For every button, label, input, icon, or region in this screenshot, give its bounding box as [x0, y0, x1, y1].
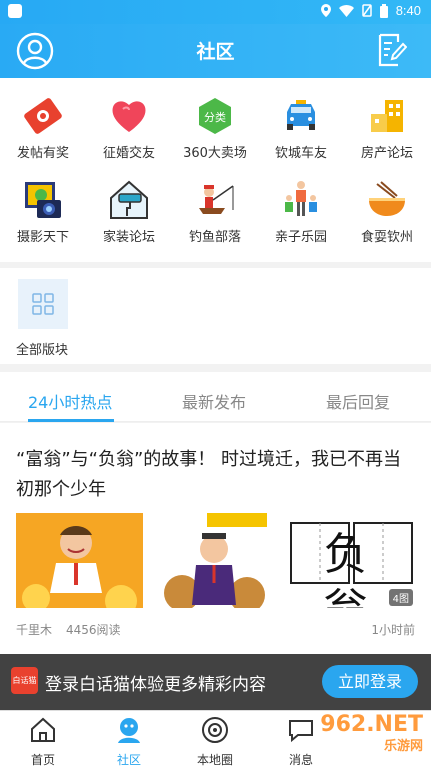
- feed-tabs: 24小时热点 最新发布 最后回复: [0, 372, 431, 422]
- nav-label: 社区: [116, 753, 141, 767]
- site-watermark: 962.NET 乐游网: [320, 712, 423, 754]
- post-time: 1小时前: [371, 623, 415, 637]
- watermark-sub: 乐游网: [383, 739, 423, 754]
- login-button[interactable]: 立即登录: [322, 665, 418, 698]
- car-icon: [279, 94, 323, 138]
- home-icon: [31, 717, 55, 742]
- post-author: 千里木: [16, 623, 53, 637]
- post-thumbnail[interactable]: [16, 513, 143, 608]
- category-item[interactable]: 亲子乐园: [258, 178, 344, 245]
- category-label: 摄影天下: [16, 230, 69, 245]
- category-item[interactable]: 家装论坛: [86, 178, 172, 245]
- message-icon: [289, 720, 313, 743]
- all-sections-label: 全部版块: [16, 343, 69, 358]
- local-circle-icon: [202, 717, 228, 743]
- category-label: 钦城车友: [274, 146, 327, 161]
- category-item[interactable]: 分类 360大卖场: [172, 94, 258, 161]
- login-prompt-text: 登录白话猫体验更多精彩内容: [45, 675, 266, 695]
- category-grid: 发帖有奖 征婚交友 分类 360大卖场 钦城车友 房产论坛 摄影天下 家装论坛 …: [0, 78, 431, 262]
- post-thumbnail[interactable]: [152, 513, 279, 608]
- red-envelope-icon: [21, 94, 65, 138]
- category-label: 家装论坛: [102, 230, 155, 245]
- category-item[interactable]: 征婚交友: [86, 94, 172, 161]
- market-icon: 分类: [193, 94, 237, 138]
- category-label: 征婚交友: [102, 146, 155, 161]
- category-label: 360大卖场: [183, 146, 247, 161]
- category-label: 房产论坛: [360, 146, 413, 161]
- category-label: 亲子乐园: [274, 230, 327, 245]
- nav-label: 本地圈: [196, 753, 233, 767]
- category-item[interactable]: 钓鱼部落: [172, 178, 258, 245]
- status-bar: 8:40: [0, 0, 431, 24]
- category-label: 钓鱼部落: [188, 230, 241, 245]
- svg-text:分类: 分类: [204, 110, 226, 124]
- wifi-icon: [338, 4, 354, 17]
- nav-local-circle[interactable]: 本地圈: [172, 715, 258, 767]
- category-item[interactable]: 房产论坛: [344, 94, 430, 161]
- active-tab-indicator: [28, 419, 114, 422]
- category-item[interactable]: 摄影天下: [0, 178, 86, 245]
- post-thumbnails: 负 翁 4图: [16, 513, 415, 608]
- nav-label: 首页: [30, 753, 55, 767]
- post-reads: 4456阅读: [66, 623, 121, 637]
- community-icon: [118, 718, 140, 743]
- notification-icon: [8, 4, 22, 18]
- app-header: 社区: [0, 24, 431, 78]
- tab-last-reply[interactable]: 最后回复: [326, 389, 390, 413]
- paint-roller-icon: [107, 178, 151, 222]
- edit-note-icon[interactable]: [377, 32, 407, 68]
- heart-icon: [107, 94, 151, 138]
- location-icon: [320, 4, 331, 17]
- clock: 8:40: [395, 3, 421, 18]
- nav-community[interactable]: 社区: [86, 715, 172, 767]
- category-label: 食耍钦州: [360, 230, 413, 245]
- post-thumbnail[interactable]: 负 翁 4图: [288, 513, 415, 608]
- family-icon: [279, 178, 323, 222]
- post-title[interactable]: “富翁”与“负翁”的故事！ 时过境迁，我已不再当初那个少年: [16, 445, 414, 505]
- category-item[interactable]: 钦城车友: [258, 94, 344, 161]
- building-icon: [365, 94, 409, 138]
- grid-icon: [32, 293, 54, 315]
- tab-24h-hot[interactable]: 24小时热点: [28, 389, 112, 413]
- fishing-icon: [193, 178, 237, 222]
- battery-icon: [379, 3, 388, 18]
- login-banner: 白话猫 登录白话猫体验更多精彩内容 立即登录: [0, 654, 431, 710]
- tab-latest[interactable]: 最新发布: [182, 389, 246, 413]
- all-sections-panel: 全部版块: [0, 268, 431, 364]
- no-sim-icon: [361, 4, 372, 17]
- category-label: 发帖有奖: [16, 146, 69, 161]
- app-logo: 白话猫: [11, 667, 38, 694]
- image-count-badge: 4图: [388, 589, 413, 606]
- category-item[interactable]: 食耍钦州: [344, 178, 430, 245]
- nav-home[interactable]: 首页: [0, 715, 86, 767]
- all-sections-button[interactable]: [18, 279, 68, 329]
- noodle-bowl-icon: [365, 178, 409, 222]
- camera-icon: [21, 178, 65, 222]
- category-item[interactable]: 发帖有奖: [0, 94, 86, 161]
- page-title: 社区: [196, 41, 235, 63]
- watermark-main: 962.NET: [320, 712, 423, 737]
